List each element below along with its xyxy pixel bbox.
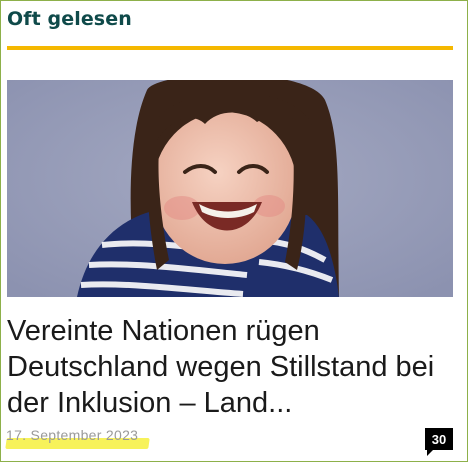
article-date: 17. September 2023 <box>6 427 139 443</box>
most-read-widget: Oft gelesen Vereinte Nationen rügen Deut… <box>0 0 468 462</box>
comment-count-badge[interactable]: 30 <box>425 428 453 456</box>
article-headline[interactable]: Vereinte Nationen rügen Deutschland wege… <box>7 313 459 421</box>
comment-count: 30 <box>431 431 447 447</box>
widget-title: Oft gelesen <box>7 8 132 30</box>
title-divider <box>7 46 453 50</box>
article-image[interactable] <box>7 80 453 297</box>
article-date-wrap: 17. September 2023 <box>5 427 150 449</box>
